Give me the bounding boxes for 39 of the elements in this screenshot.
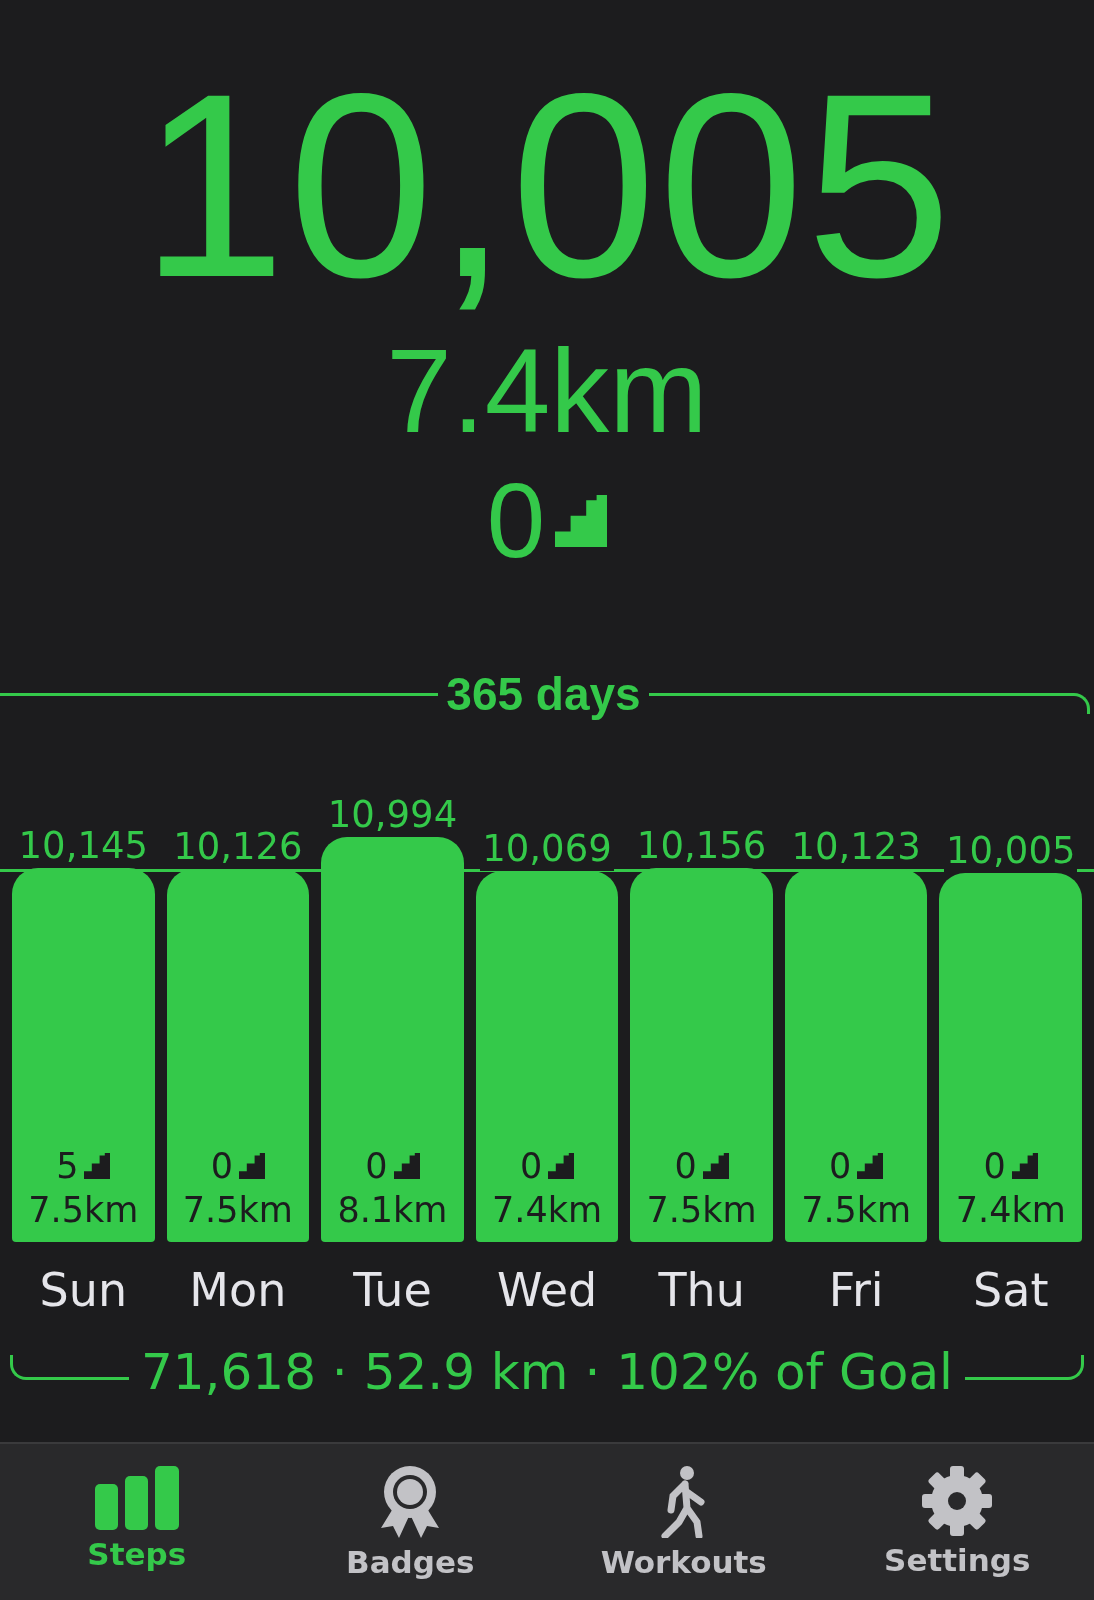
day-distance: 7.5km bbox=[801, 1189, 912, 1232]
stairs-icon bbox=[555, 495, 608, 547]
day-label: Mon bbox=[188, 1262, 288, 1319]
day-distance: 7.4km bbox=[955, 1189, 1066, 1232]
day-floor-count: 0 bbox=[519, 1145, 543, 1188]
stairs-icon bbox=[702, 1153, 729, 1179]
stairs-icon bbox=[239, 1153, 265, 1179]
day-distance: 7.5km bbox=[182, 1189, 293, 1232]
stairs-icon bbox=[393, 1153, 420, 1179]
distance: 7.4km bbox=[386, 324, 708, 459]
day-distance: 7.5km bbox=[28, 1189, 139, 1232]
day-label: Wed bbox=[495, 1262, 599, 1319]
day-floor-count: 0 bbox=[210, 1145, 233, 1188]
day-floor-count: 0 bbox=[674, 1145, 697, 1188]
day-label: Sun bbox=[38, 1262, 129, 1319]
tab[interactable]: Badges bbox=[273, 1444, 547, 1600]
day-label: Tue bbox=[352, 1262, 433, 1319]
day-distance: 7.4km bbox=[492, 1189, 603, 1232]
day-label: Fri bbox=[827, 1262, 885, 1319]
day-distance: 8.1km bbox=[337, 1189, 448, 1232]
day-floor-count: 0 bbox=[365, 1145, 388, 1188]
day-label: Sat bbox=[972, 1262, 1050, 1319]
stairs-icon bbox=[1011, 1153, 1038, 1179]
tab[interactable]: Steps bbox=[0, 1444, 274, 1600]
stairs-icon bbox=[857, 1153, 884, 1179]
tab[interactable]: Settings bbox=[820, 1444, 1094, 1600]
weekly-summary: 71,618 · 52.9 km · 102% of Goal bbox=[140, 1346, 954, 1398]
stairs-icon bbox=[548, 1153, 575, 1179]
period-label: 365 days bbox=[445, 667, 642, 721]
tab[interactable]: Workouts bbox=[547, 1444, 821, 1600]
day-distance: 7.5km bbox=[646, 1189, 757, 1232]
stairs-icon bbox=[84, 1153, 111, 1179]
floor-count: 0 bbox=[486, 461, 546, 581]
day-floor-count: 0 bbox=[829, 1145, 852, 1188]
settings-icon bbox=[922, 1466, 993, 1536]
day-floor-count: 5 bbox=[56, 1145, 79, 1188]
day-floor-count: 0 bbox=[983, 1145, 1006, 1188]
day-label: Thu bbox=[657, 1262, 746, 1319]
bar-chart-icon bbox=[94, 1466, 179, 1530]
